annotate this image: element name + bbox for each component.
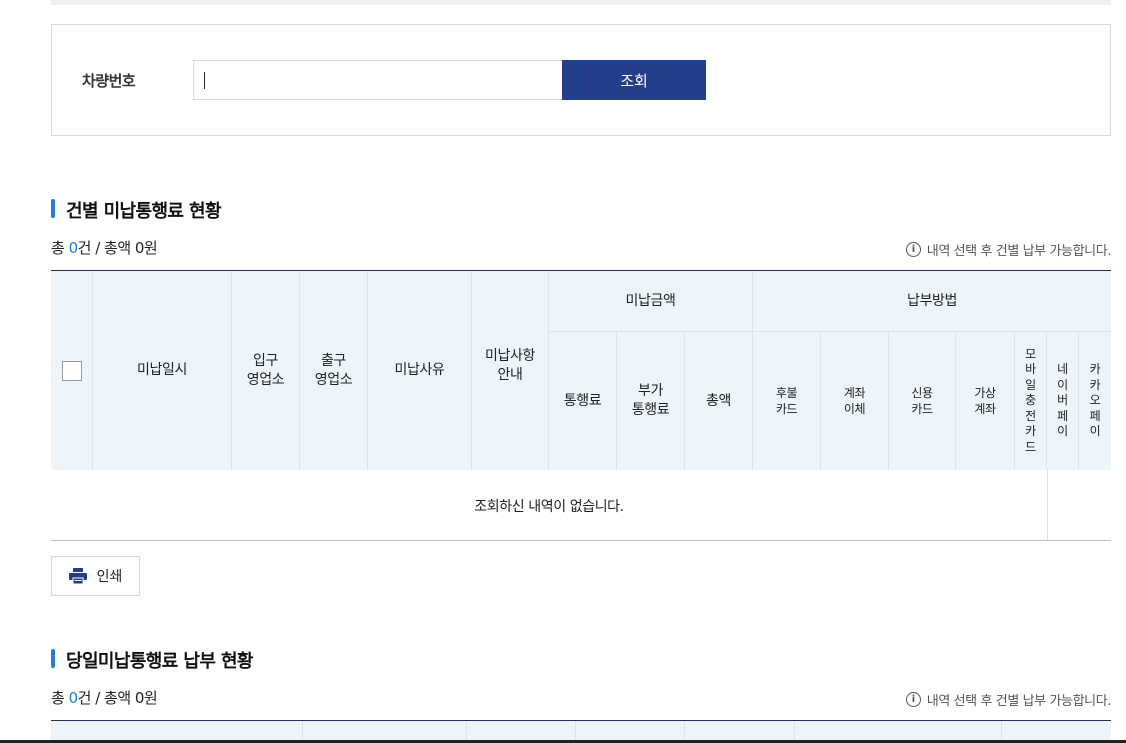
section-title-unpaid-tolls: 건별 미납통행료 현황 <box>51 197 222 223</box>
summary-amount-2: 0원 <box>134 689 158 707</box>
top-divider <box>51 0 1111 5</box>
header-unpaid-amount-label: 미납금액 <box>625 292 676 309</box>
unpaid-toll-table: 미납일시 입구 영업소 출구 영업소 미납사유 미납사항 안내 미납금액 납부방… <box>51 270 1111 541</box>
summary-count: 0 <box>68 239 79 257</box>
selection-notice: i 내역 선택 후 건별 납부 가능합니다. <box>905 240 1112 259</box>
header-mobile-card: 모바일충전카드 <box>1015 332 1047 470</box>
search-button[interactable]: 조회 <box>562 60 706 100</box>
header-date: 미납일시 <box>93 271 232 470</box>
header-exit-office-label: 출구 영업소 <box>314 352 353 388</box>
header-credit-card: 신용 카드 <box>889 332 956 470</box>
selection-notice-2: i 내역 선택 후 건별 납부 가능합니다. <box>905 690 1112 709</box>
select-all-cell <box>51 271 93 470</box>
summary-prefix-2: 총 <box>51 689 69 707</box>
info-icon: i <box>905 242 921 257</box>
summary-mid-2: 건 / 총액 <box>77 689 135 707</box>
summary-mid: 건 / 총액 <box>77 239 135 257</box>
header-entry-office-label: 입구 영업소 <box>246 352 285 388</box>
vehicle-number-label: 차량번호 <box>82 72 136 90</box>
header-payment-method-group: 납부방법 <box>753 271 1111 331</box>
header-guide-label: 미납사항 안내 <box>485 348 535 383</box>
header-exit-office: 출구 영업소 <box>300 271 368 470</box>
header-mobile-card-label: 모바일충전카드 <box>1025 346 1036 454</box>
header-naver-pay: 네이버페이 <box>1047 332 1079 470</box>
header-virtual-account: 가상 계좌 <box>956 332 1015 470</box>
printer-icon <box>68 568 87 584</box>
header-total-label: 총액 <box>706 392 731 409</box>
info-icon: i <box>905 692 921 707</box>
section-title-same-day-unpaid: 당일미납통행료 납부 현황 <box>51 647 254 673</box>
header-unpaid-amount-group: 미납금액 <box>549 271 753 331</box>
header-naver-pay-label: 네이버페이 <box>1057 362 1068 439</box>
header-credit-card-label: 신용 카드 <box>911 385 933 416</box>
summary-amount: 0원 <box>134 239 158 257</box>
print-button[interactable]: 인쇄 <box>51 556 140 596</box>
vehicle-search-panel: 차량번호 조회 <box>51 24 1111 136</box>
header-reason-label: 미납사유 <box>394 362 445 379</box>
header-account-transfer-label: 계좌 이체 <box>843 385 866 416</box>
select-all-checkbox[interactable] <box>61 360 82 381</box>
header-account-transfer: 계좌 이체 <box>821 332 889 470</box>
header-extra-toll: 부가 통행료 <box>617 332 685 470</box>
header-date-label: 미납일시 <box>137 362 187 379</box>
header-virtual-account-label: 가상 계좌 <box>974 385 996 416</box>
summary-total: 총 0건 / 총액 0원 <box>51 237 158 258</box>
header-payment-method-label: 납부방법 <box>907 292 957 309</box>
empty-message: 조회하신 내역이 없습니다. <box>51 470 1047 540</box>
header-total: 총액 <box>685 332 753 470</box>
header-toll: 통행료 <box>549 332 617 470</box>
summary-count-2: 0 <box>68 689 79 707</box>
vehicle-number-input[interactable] <box>193 60 563 100</box>
header-guide: 미납사항 안내 <box>472 271 549 470</box>
empty-message-text: 조회하신 내역이 없습니다. <box>474 498 624 515</box>
notice-text-2: 내역 선택 후 건별 납부 가능합니다. <box>926 694 1112 709</box>
header-postpaid-card-label: 후불 카드 <box>775 385 798 416</box>
header-kakao-pay-label: 카카오페이 <box>1089 362 1101 439</box>
header-reason: 미납사유 <box>368 271 472 470</box>
header-postpaid-card: 후불 카드 <box>753 332 821 470</box>
header-entry-office: 입구 영업소 <box>232 271 300 470</box>
empty-row-tail <box>1047 470 1111 540</box>
text-caret <box>204 72 205 89</box>
header-toll-label: 통행료 <box>563 392 602 409</box>
summary-prefix: 총 <box>51 239 69 257</box>
print-button-label: 인쇄 <box>96 569 123 585</box>
notice-text: 내역 선택 후 건별 납부 가능합니다. <box>926 244 1112 259</box>
header-kakao-pay: 카카오페이 <box>1079 332 1111 470</box>
summary-total-2: 총 0건 / 총액 0원 <box>51 687 158 708</box>
header-extra-toll-label: 부가 통행료 <box>631 383 670 418</box>
